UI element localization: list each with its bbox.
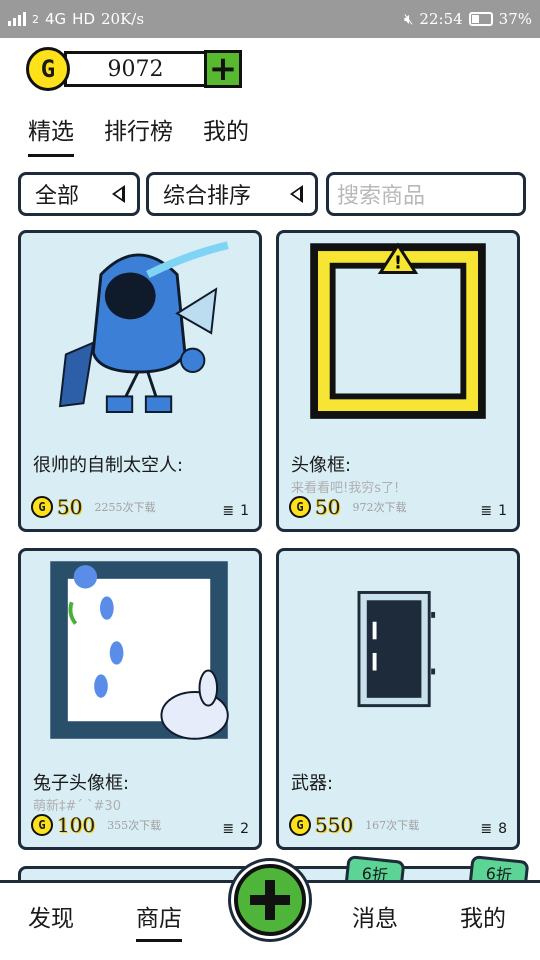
dropdown-arrow-icon	[112, 185, 125, 203]
coin-balance: G 9072 +	[26, 47, 242, 91]
price-value: 50	[57, 495, 83, 519]
layers-icon: ≣	[480, 503, 493, 519]
download-count: 355次下载	[107, 819, 162, 832]
tab-featured[interactable]: 精选	[28, 112, 74, 157]
download-count: 167次下载	[365, 819, 420, 832]
card-title: 头像框:	[291, 455, 352, 476]
warning-frame-icon: !	[310, 242, 486, 419]
tab-mine[interactable]: 我的	[203, 112, 249, 157]
battery-level: 37%	[498, 10, 532, 28]
top-tabs: 精选 排行榜 我的	[28, 112, 249, 157]
sort-dropdown[interactable]: 综合排序	[146, 172, 318, 216]
price-value: 100	[57, 813, 96, 837]
card-title: 很帅的自制太空人:	[33, 455, 184, 476]
coin-icon: G	[31, 814, 53, 836]
layers-icon: ≣	[480, 821, 493, 837]
card-desc: 萌新‡#´ `#30	[33, 799, 121, 814]
price-value: 550	[315, 813, 354, 837]
download-count: 972次下载	[352, 501, 407, 514]
stack-count: ≣ 2	[222, 821, 249, 837]
stack-value: 1	[240, 503, 249, 519]
status-bar: 2 4G HD 20K/s 🔇︎ 22:54 37%	[0, 0, 540, 38]
astronaut-icon	[58, 241, 229, 413]
coin-icon: G	[289, 496, 311, 518]
rabbit-frame-icon	[50, 561, 229, 740]
category-value: 全部	[35, 184, 80, 209]
create-button[interactable]	[228, 858, 312, 942]
network-type: 4G	[45, 10, 67, 28]
coin-icon: G	[289, 814, 311, 836]
product-card[interactable]: 兔子头像框: 萌新‡#´ `#30 G 100 355次下载 ≣ 2	[18, 548, 262, 850]
card-title: 兔子头像框:	[33, 773, 130, 794]
plus-icon	[234, 864, 306, 936]
price-value: 50	[315, 495, 341, 519]
stack-value: 2	[240, 821, 249, 837]
dropdown-arrow-icon	[290, 185, 303, 203]
card-price: G 100 355次下载	[31, 813, 161, 837]
stack-count: ≣ 1	[480, 503, 507, 519]
nav-messages[interactable]: 消息	[352, 899, 398, 939]
nav-discover[interactable]: 发现	[28, 899, 74, 939]
nav-shop[interactable]: 商店	[136, 899, 182, 942]
stack-value: 1	[498, 503, 507, 519]
stack-count: ≣ 8	[480, 821, 507, 837]
category-dropdown[interactable]: 全部	[18, 172, 140, 216]
search-input[interactable]: 搜索商品	[326, 172, 526, 216]
product-card[interactable]: 武器: G 550 167次下载 ≣ 8	[276, 548, 520, 850]
weapon-box-icon	[357, 591, 436, 708]
layers-icon: ≣	[222, 503, 235, 519]
layers-icon: ≣	[222, 821, 235, 837]
hd-label: HD	[72, 10, 96, 28]
svg-text:!: !	[394, 254, 402, 274]
product-card[interactable]: 很帅的自制太空人: G 50 2255次下载 ≣ 1	[18, 230, 262, 532]
card-desc: 来看看吧!我穷s了!	[291, 481, 400, 496]
stack-count: ≣ 1	[222, 503, 249, 519]
tab-ranking[interactable]: 排行榜	[104, 112, 173, 157]
card-price: G 550 167次下载	[289, 813, 419, 837]
product-card[interactable]: ! 头像框: 来看看吧!我穷s了! G 50 972次下载 ≣ 1	[276, 230, 520, 532]
gold-coin-icon: G	[26, 47, 70, 91]
card-title: 武器:	[291, 773, 334, 794]
coin-amount: 9072	[64, 51, 204, 87]
card-price: G 50 972次下载	[289, 495, 406, 519]
nav-me[interactable]: 我的	[460, 899, 506, 939]
sort-value: 综合排序	[163, 184, 252, 209]
stack-value: 8	[498, 821, 507, 837]
app-root: 2 4G HD 20K/s 🔇︎ 22:54 37% G 9072 + 精选 排…	[0, 0, 540, 960]
coin-icon: G	[31, 496, 53, 518]
download-count: 2255次下载	[94, 501, 156, 514]
battery-icon	[468, 12, 493, 26]
add-coins-button[interactable]: +	[204, 50, 242, 88]
mute-icon: 🔇︎	[403, 10, 414, 28]
card-price: G 50 2255次下载	[31, 495, 155, 519]
clock: 22:54	[419, 10, 463, 28]
signal-icon	[8, 12, 26, 26]
data-speed: 20K/s	[101, 10, 145, 28]
signal-sim: 2	[32, 12, 39, 26]
